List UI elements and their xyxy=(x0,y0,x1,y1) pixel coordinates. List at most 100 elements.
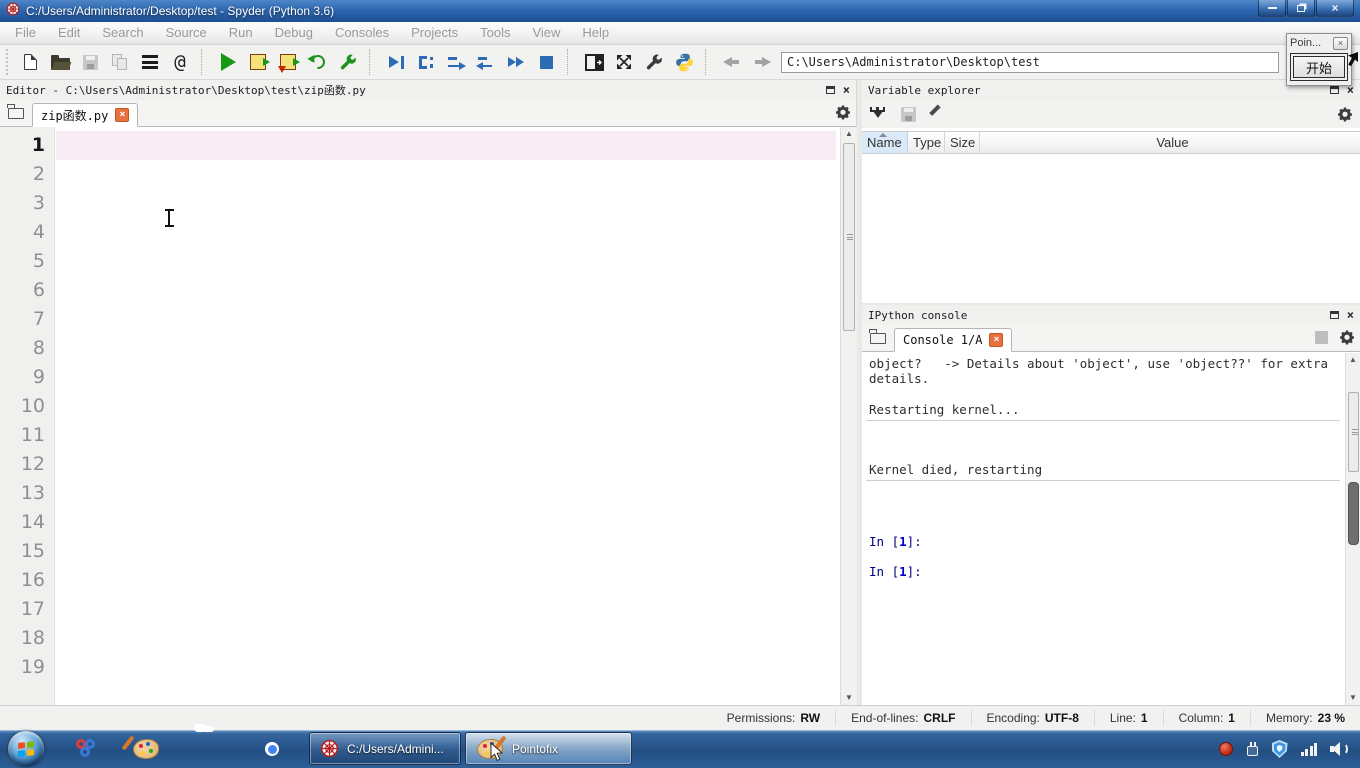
line-number[interactable]: 1 xyxy=(0,131,54,160)
editor-tab[interactable]: zip函数.py × xyxy=(32,103,138,127)
options-gear-icon[interactable] xyxy=(1338,107,1352,122)
interrupt-kernel-icon[interactable] xyxy=(1315,331,1328,344)
save-file-button[interactable] xyxy=(75,48,105,76)
line-number[interactable]: 6 xyxy=(0,276,54,305)
menu-source[interactable]: Source xyxy=(155,22,218,44)
menu-help[interactable]: Help xyxy=(571,22,620,44)
debug-file-button[interactable] xyxy=(381,48,411,76)
save-all-button[interactable] xyxy=(105,48,135,76)
menu-tools[interactable]: Tools xyxy=(469,22,521,44)
line-number[interactable]: 12 xyxy=(0,450,54,479)
recording-indicator-icon[interactable] xyxy=(1219,742,1233,756)
editor-scrollbar[interactable]: ▲ ▼ xyxy=(840,127,857,705)
outline-button[interactable] xyxy=(135,48,165,76)
menu-view[interactable]: View xyxy=(521,22,571,44)
find-symbol-button[interactable]: @ xyxy=(165,48,195,76)
line-number[interactable]: 7 xyxy=(0,305,54,334)
line-number[interactable]: 2 xyxy=(0,160,54,189)
forward-button[interactable] xyxy=(747,48,777,76)
menu-run[interactable]: Run xyxy=(218,22,264,44)
undock-icon[interactable] xyxy=(826,86,835,94)
import-data-icon[interactable] xyxy=(870,107,885,122)
console-output-area[interactable]: object? -> Details about 'object', use '… xyxy=(862,353,1345,705)
line-number[interactable]: 5 xyxy=(0,247,54,276)
working-directory-input[interactable] xyxy=(781,52,1279,73)
run-cell-advance-button[interactable] xyxy=(273,48,303,76)
volume-icon[interactable] xyxy=(1330,742,1350,756)
menu-search[interactable]: Search xyxy=(91,22,154,44)
save-data-icon[interactable] xyxy=(901,107,916,122)
menu-file[interactable]: File xyxy=(4,22,47,44)
editor-scroll-thumb[interactable] xyxy=(843,143,855,331)
line-number[interactable]: 13 xyxy=(0,479,54,508)
editor-text-area[interactable] xyxy=(56,127,839,705)
safely-remove-hardware-icon[interactable] xyxy=(1246,742,1259,756)
scroll-up-icon[interactable]: ▲ xyxy=(841,128,857,140)
tab-close-icon[interactable]: × xyxy=(989,333,1003,347)
configure-run-button[interactable] xyxy=(333,48,363,76)
taskbar-spyder-button[interactable]: C:/Users/Admini... xyxy=(309,732,461,765)
line-number[interactable]: 8 xyxy=(0,334,54,363)
line-number[interactable]: 9 xyxy=(0,363,54,392)
line-number[interactable]: 16 xyxy=(0,566,54,595)
options-gear-icon[interactable] xyxy=(836,105,850,120)
step-return-button[interactable] xyxy=(471,48,501,76)
console-scroll-thumb-dark[interactable] xyxy=(1348,482,1359,545)
menu-debug[interactable]: Debug xyxy=(264,22,324,44)
new-file-button[interactable] xyxy=(15,48,45,76)
close-button[interactable]: × xyxy=(1316,0,1354,17)
run-cell-button[interactable] xyxy=(243,48,273,76)
restore-button[interactable] xyxy=(1287,0,1315,17)
preferences-button[interactable] xyxy=(639,48,669,76)
column-header-name[interactable]: Name xyxy=(862,132,908,153)
menu-consoles[interactable]: Consoles xyxy=(324,22,400,44)
step-into-button[interactable] xyxy=(441,48,471,76)
minimize-button[interactable] xyxy=(1258,0,1286,17)
close-pane-icon[interactable]: × xyxy=(1347,309,1354,321)
scroll-down-icon[interactable]: ▼ xyxy=(841,692,857,704)
debug-cell-button[interactable] xyxy=(411,48,441,76)
pointofix-close-button[interactable]: × xyxy=(1333,37,1348,50)
rerun-cell-button[interactable] xyxy=(303,48,333,76)
line-number[interactable]: 18 xyxy=(0,624,54,653)
line-number[interactable]: 14 xyxy=(0,508,54,537)
line-number[interactable]: 11 xyxy=(0,421,54,450)
line-number[interactable]: 15 xyxy=(0,537,54,566)
tab-close-icon[interactable]: × xyxy=(115,108,129,122)
toolbar-drag-handle[interactable] xyxy=(6,49,11,75)
run-file-button[interactable] xyxy=(213,48,243,76)
options-gear-icon[interactable] xyxy=(1340,330,1354,345)
line-number[interactable]: 17 xyxy=(0,595,54,624)
python-path-button[interactable] xyxy=(669,48,699,76)
maximize-pane-button[interactable] xyxy=(609,48,639,76)
network-signal-icon[interactable] xyxy=(1301,742,1318,756)
console-tab[interactable]: Console 1/A × xyxy=(894,328,1012,352)
column-header-value[interactable]: Value xyxy=(980,132,1360,153)
continue-button[interactable] xyxy=(501,48,531,76)
line-number[interactable]: 3 xyxy=(0,189,54,218)
stop-debug-button[interactable] xyxy=(531,48,561,76)
menu-projects[interactable]: Projects xyxy=(400,22,469,44)
close-pane-icon[interactable]: × xyxy=(843,84,850,96)
browse-tabs-icon[interactable] xyxy=(8,108,24,119)
pointofix-start-button[interactable]: 开始 xyxy=(1293,56,1345,78)
undock-icon[interactable] xyxy=(1330,86,1339,94)
open-file-button[interactable] xyxy=(45,48,75,76)
layout-button[interactable] xyxy=(579,48,609,76)
undock-icon[interactable] xyxy=(1330,311,1339,319)
browse-tabs-icon[interactable] xyxy=(870,333,886,344)
scroll-down-icon[interactable]: ▼ xyxy=(1346,692,1360,704)
back-button[interactable] xyxy=(717,48,747,76)
console-scroll-thumb[interactable] xyxy=(1348,392,1359,472)
column-header-size[interactable]: Size xyxy=(945,132,980,153)
line-number[interactable]: 19 xyxy=(0,653,54,682)
line-number[interactable]: 10 xyxy=(0,392,54,421)
start-button[interactable] xyxy=(8,731,44,767)
line-number[interactable]: 4 xyxy=(0,218,54,247)
security-shield-icon[interactable] xyxy=(1272,740,1288,758)
column-header-type[interactable]: Type xyxy=(908,132,945,153)
console-prompt[interactable]: In [1]: xyxy=(869,564,922,579)
menu-edit[interactable]: Edit xyxy=(47,22,91,44)
console-scrollbar[interactable]: ▲ ▼ xyxy=(1345,353,1360,705)
pointofix-titlebar[interactable]: Poin... × xyxy=(1287,34,1351,51)
